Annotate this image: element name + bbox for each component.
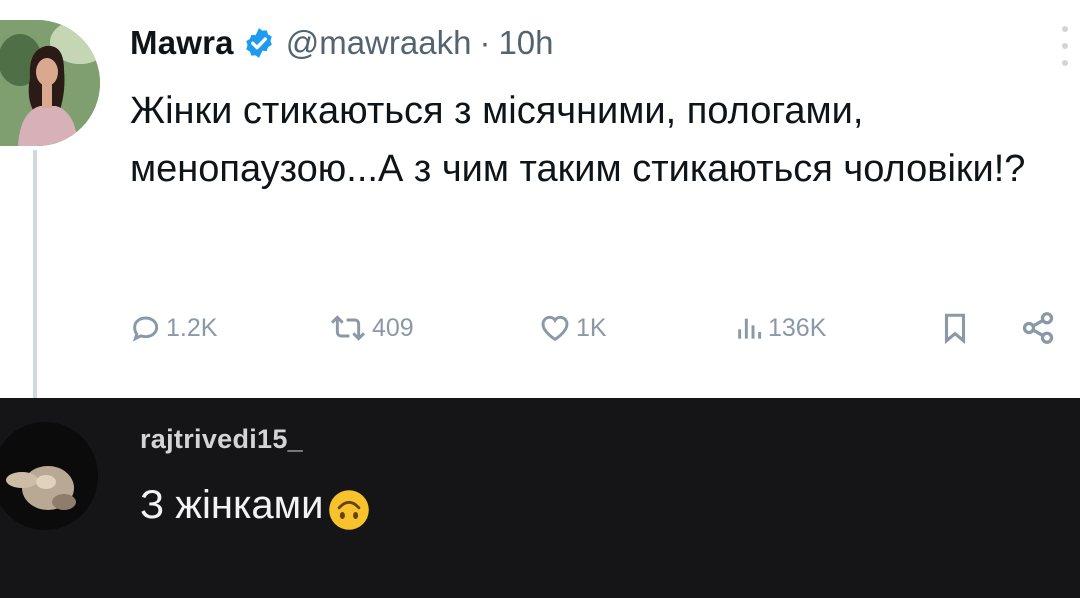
views-button[interactable]: 136K [734,300,826,356]
share-button[interactable] [1020,300,1056,356]
header-separator: · [479,24,491,61]
tweet-text: Жінки стикаються з місячними, пологами, … [130,90,1026,190]
tweet-card: Mawra @mawraakh · 10h Жінки стикаються з… [0,0,1080,398]
bookmark-button[interactable] [940,300,970,356]
thread-line [33,150,37,398]
tweet-actions-bar: 1.2K 409 1K 136K [130,300,1080,356]
retweet-button[interactable]: 409 [328,300,414,356]
author-display-name[interactable]: Mawra [130,24,234,62]
author-avatar[interactable] [0,20,100,146]
upside-down-face-emoji-icon [329,490,370,530]
reply-user-avatar[interactable] [0,422,98,530]
reply-count: 1.2K [166,313,218,342]
tweet-timestamp[interactable]: 10h [498,24,553,62]
reply-text: З жінками [140,482,324,527]
more-icon[interactable] [1058,26,1072,66]
reply-username[interactable]: rajtrivedi15_ [140,424,303,455]
reply-button[interactable]: 1.2K [130,300,217,356]
author-handle[interactable]: @mawraakh [286,24,472,62]
like-icon [541,315,569,342]
reply-icon [132,316,159,342]
like-button[interactable]: 1K [538,300,607,356]
views-count: 136K [768,313,827,342]
retweet-icon [330,315,366,341]
verified-badge-icon [245,28,272,58]
bookmark-icon [944,313,966,345]
like-count: 1K [576,313,607,342]
tweet-header: Mawra @mawraakh · 10h [130,20,554,66]
views-icon [738,318,762,339]
share-icon [1022,312,1054,344]
retweet-count: 409 [372,313,414,342]
reply-comment: rajtrivedi15_ З жінками [0,398,1080,598]
reply-text-row: З жінками [140,478,371,532]
